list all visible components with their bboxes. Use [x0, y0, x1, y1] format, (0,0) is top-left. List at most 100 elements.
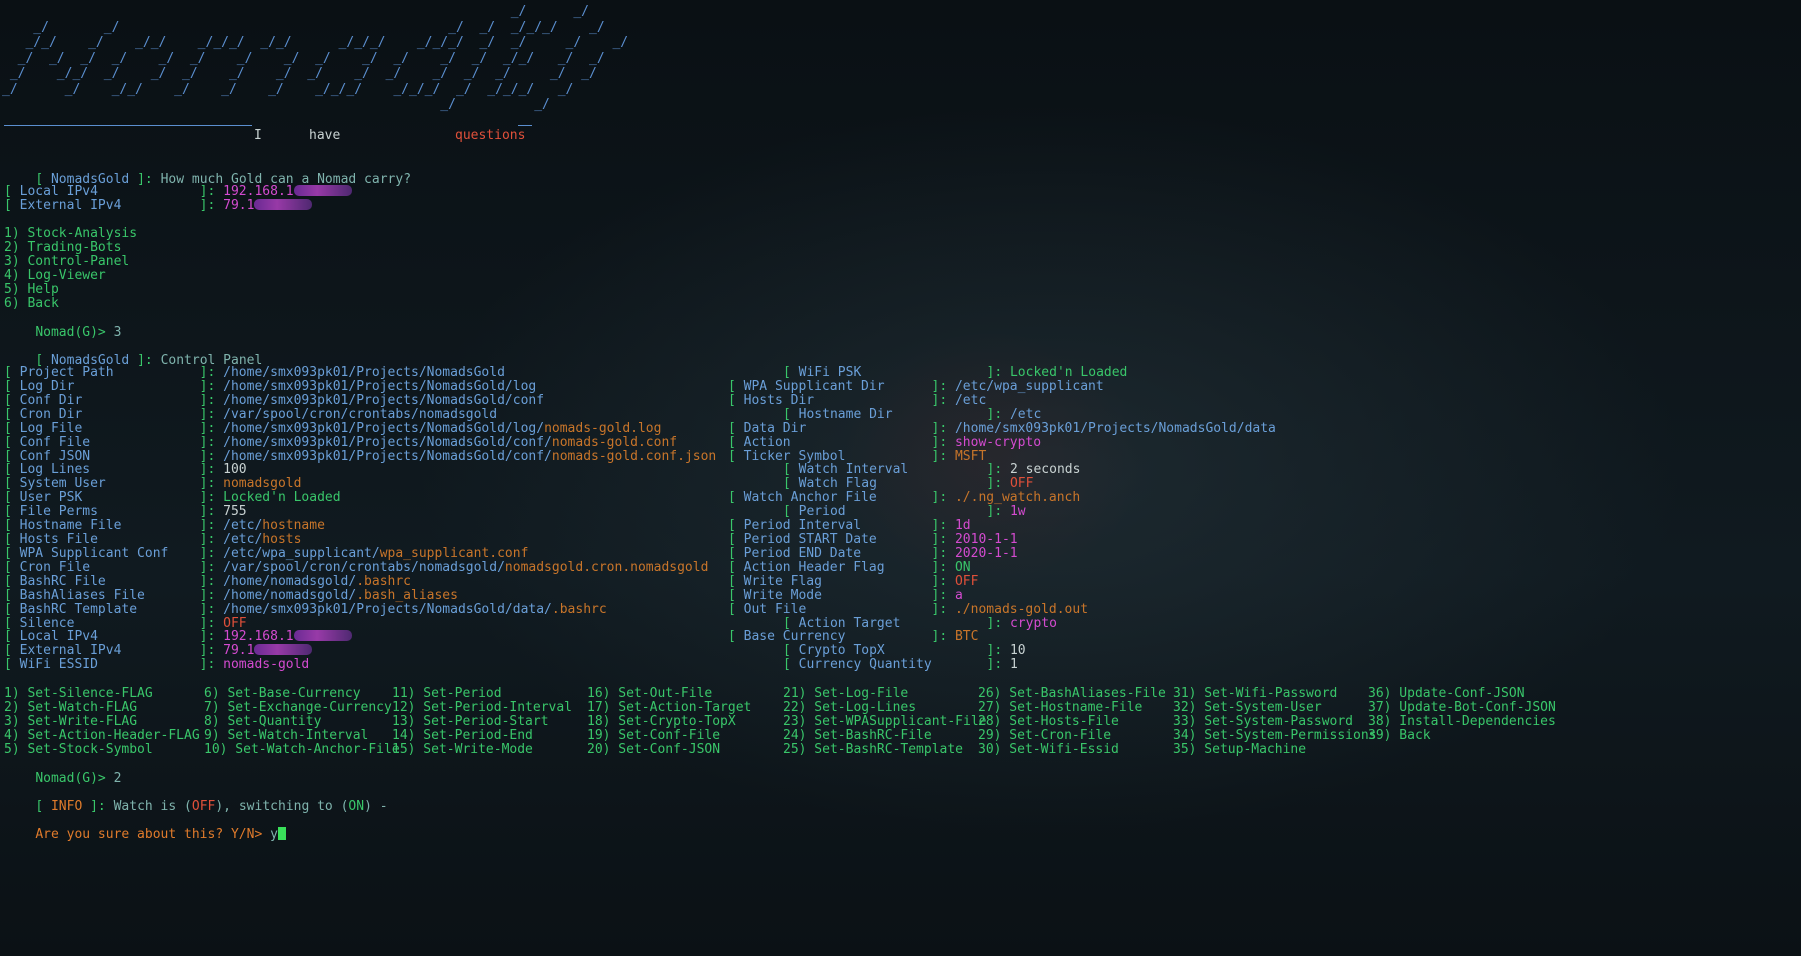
config-label: BashAliases File — [19, 587, 200, 603]
config-label: Watch Anchor File — [743, 490, 932, 506]
config-value-file: hostname — [262, 518, 325, 534]
config-value: 1w — [1009, 504, 1026, 520]
config-row: [ WiFi ESSID ]: nomads-gold — [4, 657, 309, 673]
bracket: ]: — [199, 184, 224, 199]
config-label: WPA Supplicant Dir — [743, 378, 932, 394]
command-item[interactable]: 30) Set-Wifi-Essid — [978, 742, 1119, 758]
bracket: [ — [783, 643, 799, 659]
bracket: [ — [4, 601, 20, 617]
config-label: Action Target — [798, 615, 987, 631]
config-value-file: hosts — [262, 532, 302, 548]
bracket: [ — [4, 198, 20, 213]
bracket: ]: — [986, 504, 1010, 520]
bracket: ]: — [199, 365, 224, 380]
bracket: ]: — [199, 573, 224, 589]
bracket: [ — [4, 587, 20, 603]
net-label: Local IPv4 — [19, 184, 200, 199]
config-value: ON — [954, 559, 971, 575]
command-item[interactable]: 35) Setup-Machine — [1173, 742, 1306, 758]
terminal-cursor — [277, 827, 286, 840]
config-value: OFF — [954, 573, 979, 589]
config-value: /etc/ — [223, 532, 263, 548]
config-label: Ticker Symbol — [743, 448, 932, 464]
bracket: [ — [728, 559, 744, 575]
config-value: /home/nomadsgold/ — [223, 573, 357, 589]
bracket: [ — [4, 184, 20, 199]
config-value: OFF — [1009, 476, 1034, 492]
bracket: [ — [728, 587, 744, 603]
bracket: ]: — [199, 378, 224, 394]
config-value: 1d — [954, 518, 971, 534]
config-value: 755 — [223, 504, 247, 520]
config-value: /home/smx093pk01/Projects/NomadsGold/dat… — [954, 420, 1276, 436]
config-value: ./.ng_watch.anch — [954, 490, 1081, 506]
bracket: [ — [4, 532, 20, 548]
bracket: [ — [4, 504, 20, 520]
confirm-line: Are you sure about this? Y/N> y — [4, 811, 286, 842]
config-label: Watch Interval — [798, 462, 987, 478]
bracket: ]: — [199, 615, 224, 631]
bracket: [ — [728, 434, 744, 450]
confirm-input[interactable]: y — [270, 827, 278, 842]
config-label: Crypto TopX — [798, 643, 987, 659]
bracket: ]: — [986, 657, 1010, 673]
command-item[interactable]: 15) Set-Write-Mode — [392, 742, 533, 758]
config-value: BTC — [954, 629, 979, 645]
bracket: ]: — [931, 587, 955, 603]
bracket: [ — [4, 559, 20, 575]
config-value: /home/smx093pk01/Projects/NomadsGold — [223, 365, 505, 380]
config-label: External IPv4 — [19, 643, 200, 659]
net-value: 192.168.1 — [223, 184, 294, 199]
config-value: /etc — [954, 392, 987, 408]
bracket: ]: — [931, 545, 955, 561]
bracket: [ — [4, 392, 20, 408]
bracket: ]: — [199, 657, 224, 673]
bracket: [ — [728, 518, 744, 534]
config-value: ./nomads-gold.out — [954, 601, 1089, 617]
info-text: ) - — [364, 799, 388, 814]
config-value-file: .bashrc — [356, 573, 412, 589]
config-value: /home/smx093pk01/Projects/NomadsGold/log — [223, 378, 537, 394]
config-label: Silence — [19, 615, 200, 631]
config-value-file: .bashrc — [551, 601, 607, 617]
banner-word-have: have — [309, 128, 341, 143]
bracket: ]: — [199, 434, 224, 450]
config-label: Data Dir — [743, 420, 932, 436]
prompt-line-1: Nomad(G)> 3 — [4, 309, 121, 340]
config-label: WiFi ESSID — [19, 657, 200, 673]
config-value: /home/smx093pk01/Projects/NomadsGold/con… — [223, 434, 552, 450]
config-label: Currency Quantity — [798, 657, 987, 673]
net-value: 79.1 — [223, 198, 255, 213]
bracket: [ — [4, 476, 20, 492]
config-value: /etc/wpa_supplicant/ — [223, 545, 380, 561]
config-row: [ Currency Quantity ]: 1 — [783, 657, 1018, 673]
command-item[interactable]: 25) Set-BashRC-Template — [783, 742, 963, 758]
config-value: /var/spool/cron/crontabs/nomadsgold — [223, 406, 498, 422]
terminal-window[interactable]: _/ _/ _/ _/ _/ _/ _/_/_/ _/ _/_/ _/ _/_/… — [0, 0, 1801, 956]
config-label: Conf JSON — [19, 448, 200, 464]
config-label: Log Lines — [19, 462, 200, 478]
command-item[interactable]: 20) Set-Conf-JSON — [587, 742, 720, 758]
bracket: ]: — [199, 490, 224, 506]
config-value: OFF — [223, 615, 247, 631]
bracket: ]: — [931, 420, 955, 436]
command-item[interactable]: 39) Back — [1368, 728, 1431, 744]
config-label: Action Header Flag — [743, 559, 932, 575]
config-value: 10 — [1009, 643, 1026, 659]
bracket: [ — [728, 490, 744, 506]
bracket: ]: — [199, 448, 224, 464]
bracket: [ — [783, 462, 799, 478]
config-value: /home/smx093pk01/Projects/NomadsGold/con… — [223, 392, 545, 408]
command-item[interactable]: 10) Set-Watch-Anchor-File — [204, 742, 400, 758]
bracket: ]: — [199, 559, 224, 575]
config-label: Write Mode — [743, 587, 932, 603]
config-label: Hosts Dir — [743, 392, 932, 408]
config-value: /home/smx093pk01/Projects/NomadsGold/log… — [223, 420, 545, 436]
config-label: WPA Supplicant Conf — [19, 545, 200, 561]
bracket: ]: — [931, 518, 955, 534]
bracket: ]: — [986, 462, 1010, 478]
bracket: [ — [783, 476, 799, 492]
redacted-mark — [254, 199, 313, 210]
config-label: Hosts File — [19, 532, 200, 548]
bracket: [ — [4, 545, 20, 561]
